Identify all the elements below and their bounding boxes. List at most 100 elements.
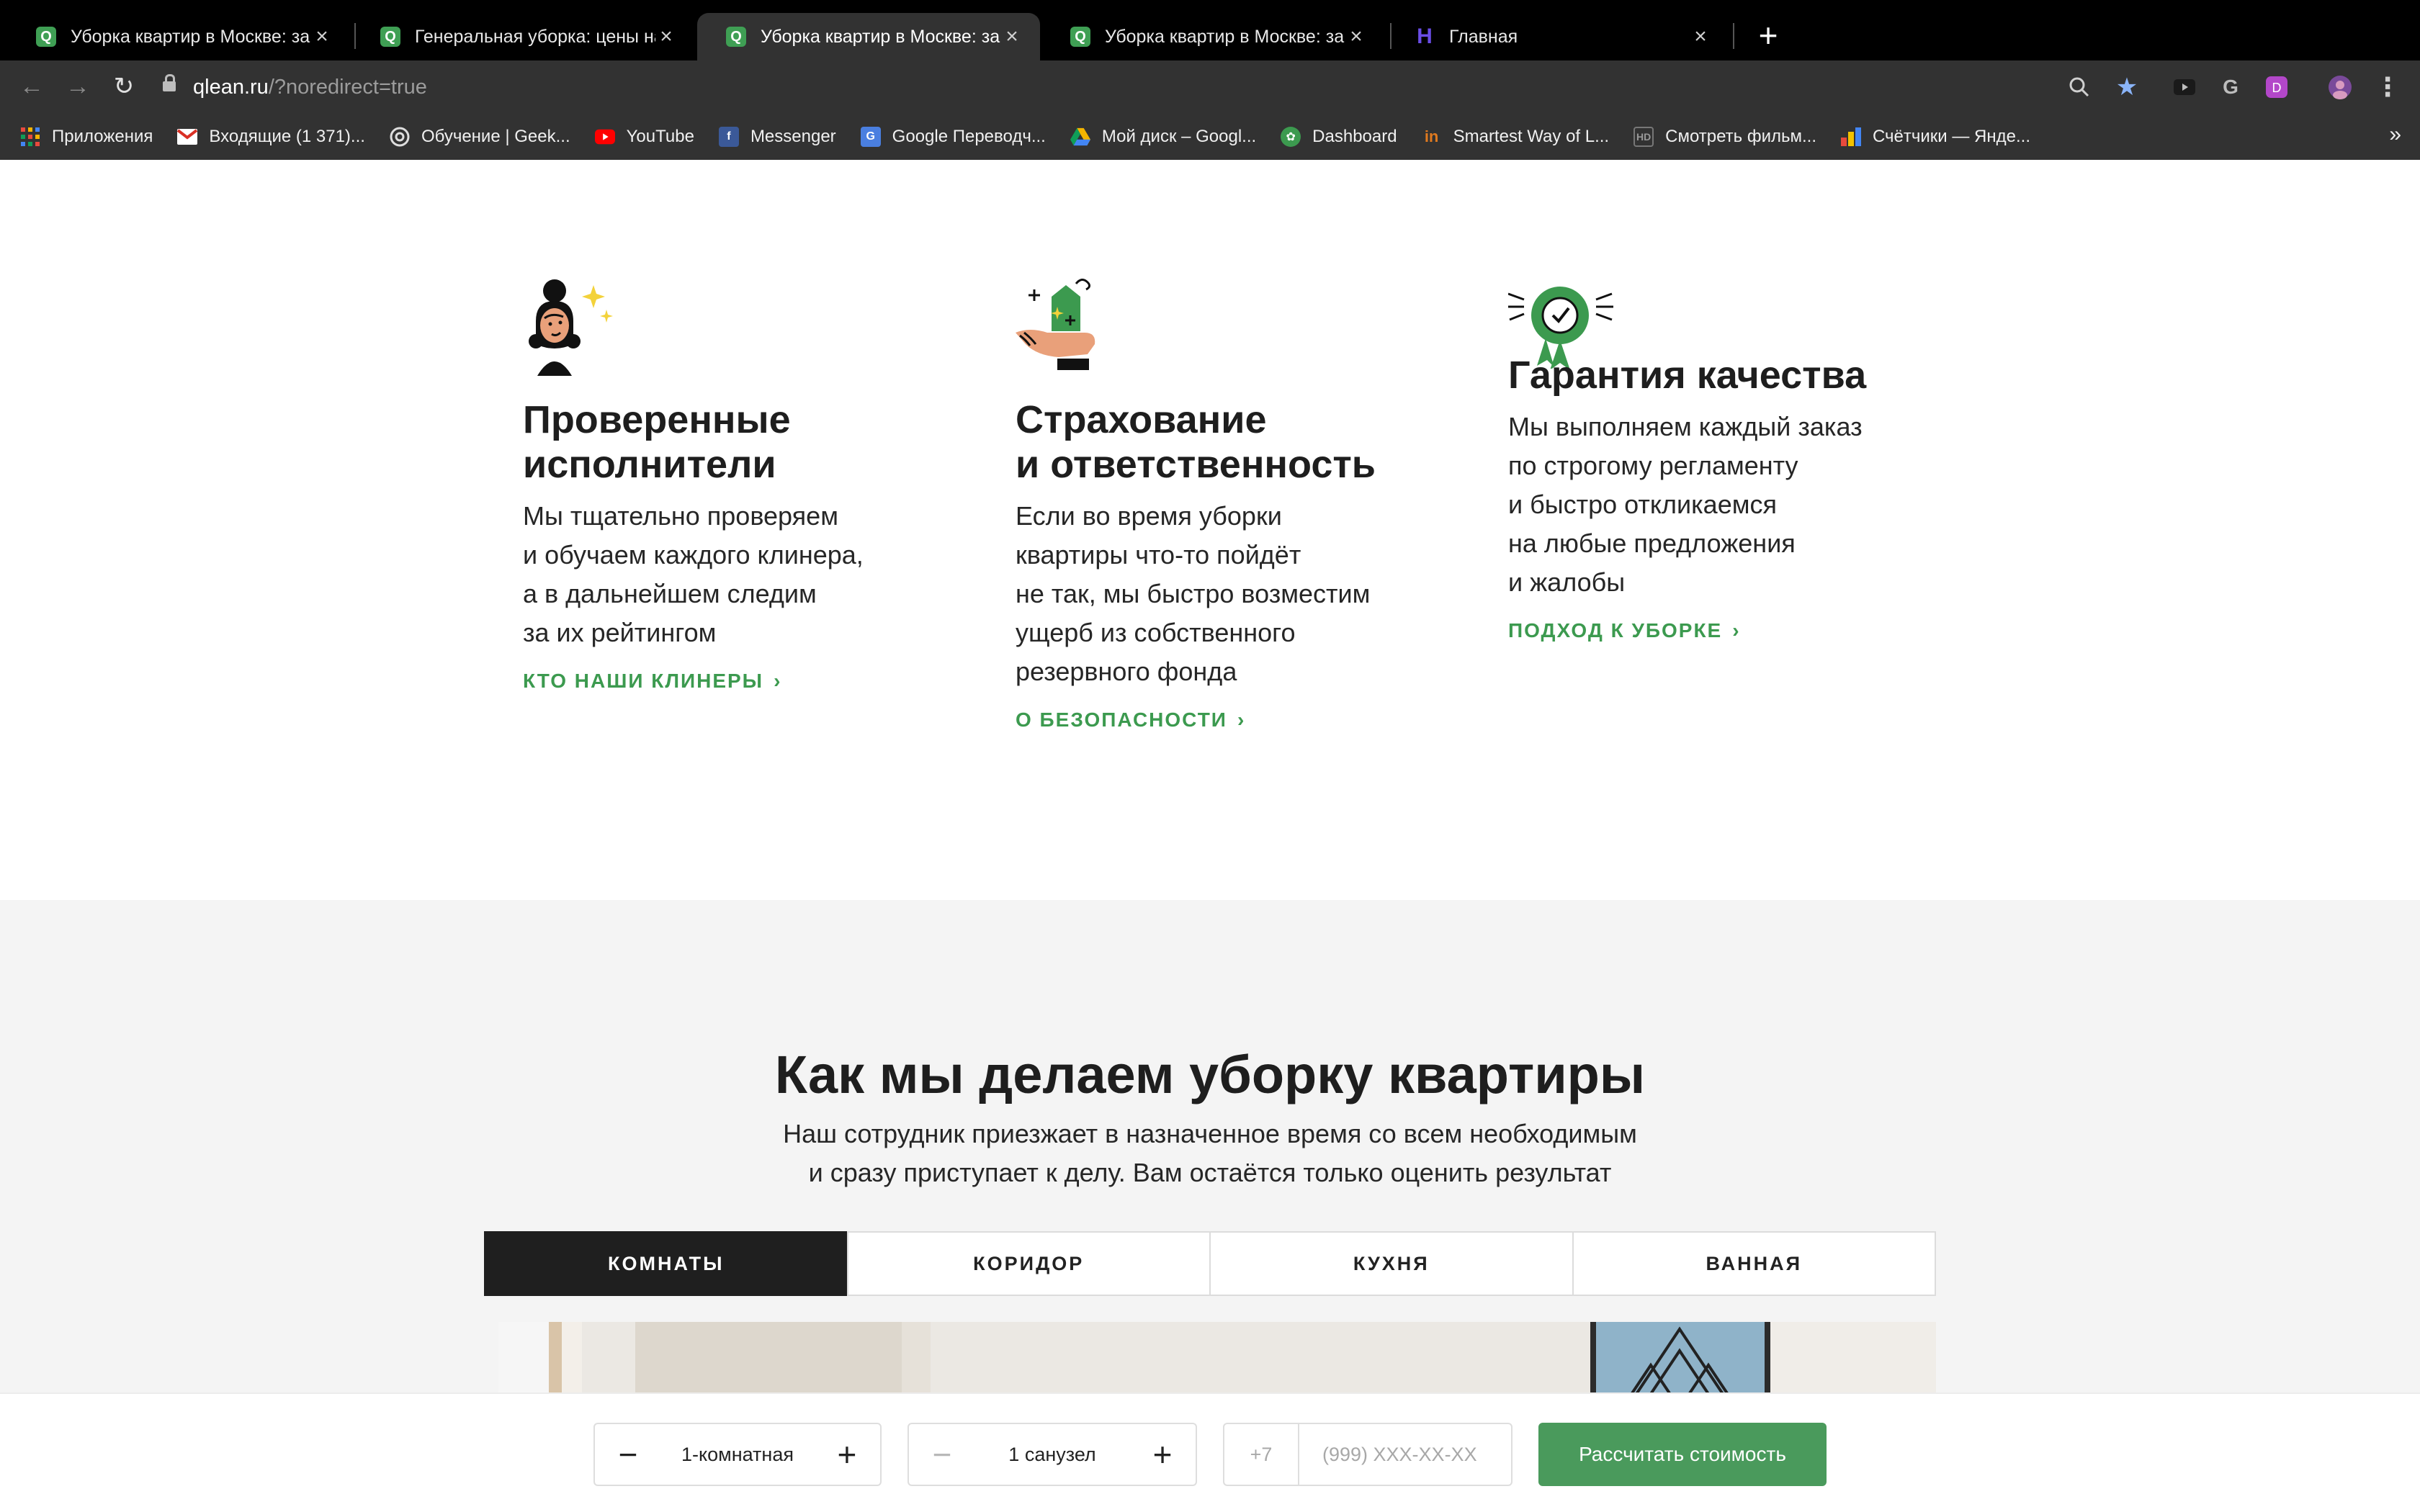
cleaner-woman-icon	[523, 275, 645, 383]
geekbrains-icon	[390, 127, 410, 147]
bookmark-label: Обучение | Geek...	[421, 127, 570, 146]
bookmark-messenger[interactable]: f Messenger	[718, 127, 836, 147]
tab-rooms[interactable]: КОМНАТЫ	[484, 1231, 848, 1296]
bookmarks-bar: Приложения Входящие (1 371)... Обучение …	[0, 114, 2420, 160]
bookmark-yandex-metrica[interactable]: Счётчики — Янде...	[1840, 127, 2030, 147]
feature-quality-guarantee: Гарантия качества Мы выполняем каждый за…	[1507, 275, 1940, 642]
h-logo-favicon-icon: H	[1417, 24, 1433, 48]
qlean-favicon-icon: Q	[726, 27, 746, 47]
google-extension-icon[interactable]: G	[2218, 75, 2243, 99]
phone-country-code: +7	[1224, 1424, 1299, 1485]
tab-bathroom[interactable]: ВАННАЯ	[1572, 1231, 1936, 1296]
bookmark-movies[interactable]: HD Смотреть фильм...	[1634, 127, 1816, 147]
youtube-extension-icon[interactable]	[2172, 75, 2197, 99]
bookmark-gmail[interactable]: Входящие (1 371)...	[177, 127, 365, 147]
bookmark-label: Мой диск – Googl...	[1101, 127, 1257, 146]
bathrooms-value: 1 санузел	[1008, 1443, 1096, 1465]
bookmark-star-icon[interactable]: ★	[2115, 73, 2139, 101]
reload-icon[interactable]: ↻	[108, 71, 140, 102]
about-safety-link[interactable]: О БЕЗОПАСНОСТИ ›	[1016, 708, 1245, 732]
bookmark-label: YouTube	[626, 127, 694, 146]
quality-badge-icon	[1507, 275, 1631, 370]
browser-tab[interactable]: H Главная ×	[1386, 13, 1729, 60]
bookmark-google-translate[interactable]: G Google Переводч...	[860, 127, 1046, 147]
bookmark-smartest-way[interactable]: in Smartest Way of L...	[1422, 127, 1610, 147]
bookmark-label: Dashboard	[1312, 127, 1397, 146]
bookmarks-overflow-button[interactable]: »	[2389, 122, 2401, 147]
rooms-minus-button[interactable]: −	[614, 1438, 642, 1471]
rooms-plus-button[interactable]: +	[833, 1438, 861, 1471]
rooms-value: 1-комнатная	[681, 1443, 794, 1465]
phone-field: +7	[1223, 1423, 1512, 1486]
tab-kitchen[interactable]: КУХНЯ	[1209, 1231, 1574, 1296]
bookmark-label: Смотреть фильм...	[1665, 127, 1816, 146]
feature-verified-cleaners: Проверенные исполнители Мы тщательно пров…	[523, 275, 955, 693]
insurance-hand-icon	[1016, 275, 1138, 383]
tab-title: Генеральная уборка: цены на	[415, 26, 655, 47]
url-path: /?noredirect=true	[268, 75, 427, 99]
calculate-price-button[interactable]: Рассчитать стоимость	[1538, 1423, 1827, 1486]
feature-title: Гарантия качества	[1508, 354, 1867, 397]
browser-tab-active[interactable]: Q Уборка квартир в Москве: за ×	[697, 13, 1040, 60]
svg-text:D: D	[2272, 81, 2282, 95]
chevron-right-icon: ›	[1732, 619, 1741, 642]
feature-title: Проверенные исполнители	[523, 398, 791, 486]
close-icon[interactable]: ×	[1001, 24, 1023, 49]
tab-title: Уборка квартир в Москве: за	[761, 26, 1000, 47]
close-icon[interactable]: ×	[655, 24, 677, 49]
yandex-metrica-icon	[1840, 127, 1861, 147]
qlean-favicon-icon: Q	[36, 27, 56, 47]
google-translate-icon: G	[860, 127, 881, 147]
who-are-cleaners-link[interactable]: КТО НАШИ КЛИНЕРЫ ›	[523, 670, 781, 693]
feature-text: Мы выполняем каждый заказ по строгому ре…	[1508, 412, 1863, 597]
close-icon[interactable]: ×	[311, 24, 333, 49]
chevron-right-icon: ›	[1237, 708, 1246, 731]
rooms-stepper: − 1-комнатная +	[593, 1423, 882, 1486]
dashboard-icon: ✿	[1281, 127, 1301, 147]
price-calculator-bar: − 1-комнатная + − 1 санузел + +7 Рассчит…	[0, 1392, 2420, 1512]
close-icon[interactable]: ×	[1690, 24, 1711, 49]
browser-tab-strip: Q Уборка квартир в Москве: за × Q Генера…	[0, 0, 2420, 60]
address-bar[interactable]: qlean.ru/?noredirect=true	[163, 71, 427, 104]
close-icon[interactable]: ×	[1345, 24, 1367, 49]
bookmark-youtube[interactable]: YouTube	[594, 127, 694, 147]
tab-title: Уборка квартир в Москве: за	[1105, 26, 1345, 47]
feature-text: Если во время уборки квартиры что-то пой…	[1016, 501, 1371, 686]
new-tab-button[interactable]: +	[1750, 17, 1786, 53]
bookmark-label: Google Переводч...	[892, 127, 1046, 146]
browser-toolbar: ← → ↻ qlean.ru/?noredirect=true ★ G D ⋮	[0, 60, 2420, 114]
section-title: Как мы делаем уборку квартиры	[774, 1045, 1646, 1104]
feature-text: Мы тщательно проверяем и обучаем каждого…	[523, 501, 864, 647]
learning-icon: in	[1424, 127, 1439, 145]
phone-input[interactable]	[1299, 1443, 1508, 1466]
cleaning-approach-link[interactable]: ПОДХОД К УБОРКЕ ›	[1508, 619, 1741, 642]
bookmark-dashboard[interactable]: ✿ Dashboard	[1281, 127, 1397, 147]
tab-title: Главная	[1449, 26, 1518, 47]
bathrooms-stepper: − 1 санузел +	[908, 1423, 1197, 1486]
profile-avatar-icon[interactable]	[2328, 75, 2352, 99]
bookmark-apps[interactable]: Приложения	[20, 127, 153, 147]
tab-corridor[interactable]: КОРИДОР	[846, 1231, 1211, 1296]
zoom-search-icon[interactable]	[2067, 75, 2092, 99]
youtube-icon	[594, 127, 615, 147]
bookmark-google-drive[interactable]: Мой диск – Googl...	[1070, 127, 1256, 147]
feature-title: Страхование и ответственность	[1016, 398, 1376, 486]
menu-kebab-icon[interactable]: ⋮	[2375, 72, 2401, 102]
browser-tab[interactable]: Q Уборка квартир в Москве: за ×	[1041, 13, 1384, 60]
chevron-right-icon: ›	[774, 670, 782, 692]
bathrooms-plus-button[interactable]: +	[1148, 1438, 1177, 1471]
qlean-favicon-icon: Q	[380, 27, 400, 47]
feature-insurance: Страхование и ответственность Если во вре…	[1016, 275, 1448, 732]
forward-arrow-icon[interactable]: →	[62, 71, 94, 102]
d-extension-icon[interactable]: D	[2264, 75, 2289, 99]
lock-icon[interactable]	[163, 74, 176, 94]
back-arrow-icon[interactable]: ←	[16, 71, 48, 102]
bathrooms-minus-button[interactable]: −	[928, 1438, 956, 1471]
bookmark-geekbrains[interactable]: Обучение | Geek...	[390, 127, 570, 147]
google-drive-icon	[1070, 127, 1090, 147]
room-tabs: КОМНАТЫ КОРИДОР КУХНЯ ВАННАЯ	[484, 1231, 1936, 1296]
browser-tab[interactable]: Q Уборка квартир в Москве: за ×	[7, 13, 350, 60]
browser-tab[interactable]: Q Генеральная уборка: цены на ×	[351, 13, 694, 60]
page-content: Проверенные исполнители Мы тщательно пров…	[0, 160, 2420, 1512]
bookmark-label: Smartest Way of L...	[1453, 127, 1610, 146]
